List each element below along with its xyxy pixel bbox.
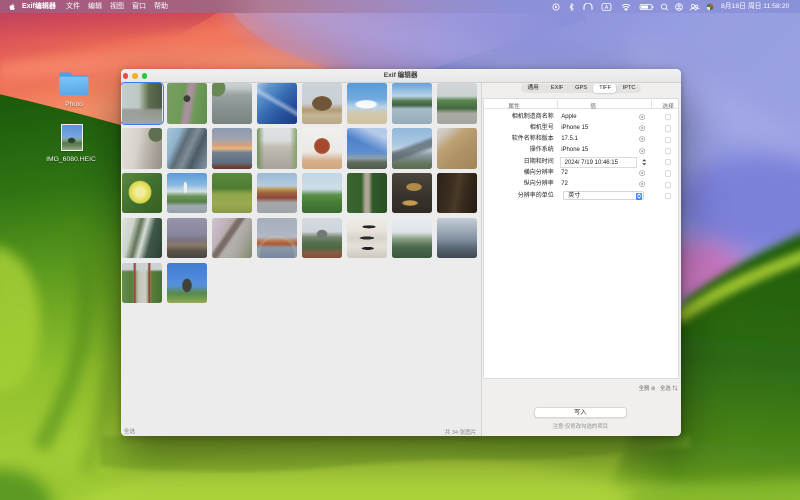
svg-text:A: A (605, 5, 609, 11)
